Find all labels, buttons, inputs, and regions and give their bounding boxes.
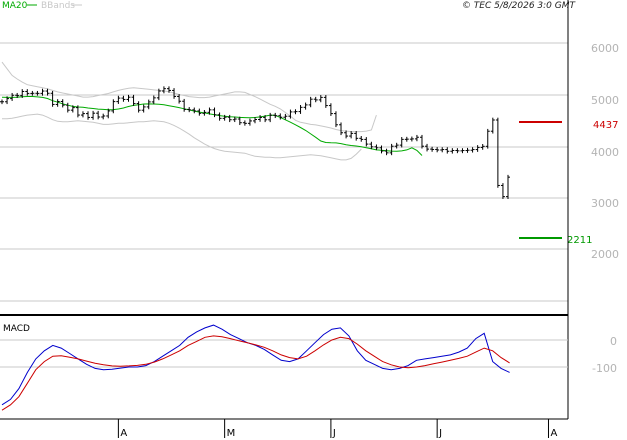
- support-level-label: 2211: [567, 235, 592, 246]
- timestamp: © TEC 5/8/2026 3:0 GMT: [462, 1, 577, 11]
- price-bar: [303, 102, 308, 110]
- price-bar: [187, 107, 192, 113]
- price-bar: [258, 115, 263, 122]
- macd-y-tick-label: -100: [592, 362, 617, 375]
- y-tick-label: 2000: [591, 248, 619, 261]
- bollinger-lower-band: [2, 113, 362, 161]
- price-bar: [414, 134, 419, 142]
- price-bar: [333, 111, 338, 128]
- month-tick-label: J: [438, 428, 442, 439]
- price-bar: [425, 143, 430, 152]
- price-bar: [435, 147, 440, 153]
- price-levels: 4437 2211: [519, 120, 618, 246]
- price-bar: [116, 95, 121, 104]
- price-bar: [141, 104, 146, 113]
- price-bar: [268, 112, 273, 123]
- price-bar: [364, 137, 369, 147]
- price-bar: [404, 136, 409, 142]
- macd-line: [1, 324, 510, 406]
- price-bar: [0, 99, 4, 105]
- price-bar: [177, 94, 182, 104]
- price-bar: [111, 99, 116, 114]
- price-bar: [136, 101, 141, 113]
- price-bar: [65, 102, 70, 113]
- price-bar: [500, 183, 505, 199]
- price-bar: [50, 90, 55, 107]
- price-bar: [247, 118, 252, 126]
- price-bar: [151, 95, 156, 105]
- price-bar: [212, 107, 217, 118]
- price-bar: [495, 117, 500, 188]
- legend-bbands-label: BBands: [41, 1, 75, 11]
- price-bar: [80, 111, 85, 118]
- price-bar: [298, 105, 303, 114]
- price-bar: [121, 95, 126, 102]
- price-bar: [445, 147, 450, 154]
- price-bar: [430, 146, 435, 152]
- chart-canvas: 6000 5000 4000 3000 2000 4437 2211 MA20 …: [0, 0, 619, 439]
- month-tick-label: M: [227, 428, 236, 439]
- legend-ma20-label: MA20: [2, 1, 28, 11]
- price-bar: [455, 148, 460, 154]
- macd-y-tick-label: 0: [610, 335, 617, 348]
- price-bars: [0, 86, 510, 199]
- price-bar: [293, 109, 298, 115]
- month-tick-label: A: [550, 428, 557, 439]
- price-bar: [242, 120, 247, 126]
- legend: MA20 BBands: [2, 1, 82, 11]
- price-bar: [339, 122, 344, 136]
- price-bar: [126, 94, 131, 102]
- price-bar: [389, 143, 394, 156]
- resistance-level-label: 4437: [593, 120, 618, 131]
- price-bar: [419, 134, 424, 149]
- price-bar: [359, 136, 364, 142]
- price-bar: [394, 142, 399, 149]
- price-bar: [318, 95, 323, 103]
- price-bar: [328, 103, 333, 116]
- price-bar: [313, 96, 318, 103]
- y-tick-label: 6000: [591, 42, 619, 55]
- price-bar: [131, 94, 136, 106]
- price-bar: [440, 147, 445, 153]
- price-bar: [86, 111, 91, 120]
- price-bar: [349, 131, 354, 139]
- price-bar: [399, 137, 404, 148]
- macd-y-axis: 0 -100: [592, 335, 617, 375]
- price-grid: [0, 42, 568, 302]
- price-bar: [323, 95, 328, 108]
- price-y-axis: 6000 5000 4000 3000 2000: [591, 42, 619, 261]
- price-bar: [506, 174, 510, 199]
- price-bar: [409, 136, 414, 142]
- price-bar: [470, 147, 475, 153]
- price-bar: [161, 86, 166, 94]
- price-bar: [384, 148, 389, 156]
- macd-panel-label: MACD: [3, 324, 30, 334]
- macd-lines: [1, 324, 510, 411]
- price-bar: [485, 128, 490, 149]
- price-bar: [273, 112, 278, 119]
- price-bar: [96, 110, 101, 120]
- price-bar: [182, 98, 187, 112]
- price-bar: [308, 96, 313, 108]
- price-bar: [227, 114, 232, 123]
- price-bar: [450, 148, 455, 154]
- price-bar: [465, 147, 470, 153]
- price-bar: [354, 131, 359, 141]
- price-bar: [490, 117, 495, 134]
- macd-signal-line: [1, 335, 510, 411]
- y-tick-label: 3000: [591, 197, 619, 210]
- price-bar: [475, 145, 480, 152]
- price-bar: [91, 110, 96, 120]
- y-tick-label: 4000: [591, 146, 619, 159]
- month-tick-label: J: [332, 428, 336, 439]
- y-tick-label: 5000: [591, 94, 619, 107]
- price-bar: [101, 113, 106, 120]
- month-tick-label: A: [120, 428, 127, 439]
- price-bar: [217, 112, 222, 121]
- price-bar: [460, 148, 465, 154]
- x-axis-months: AMJJA: [117, 419, 557, 439]
